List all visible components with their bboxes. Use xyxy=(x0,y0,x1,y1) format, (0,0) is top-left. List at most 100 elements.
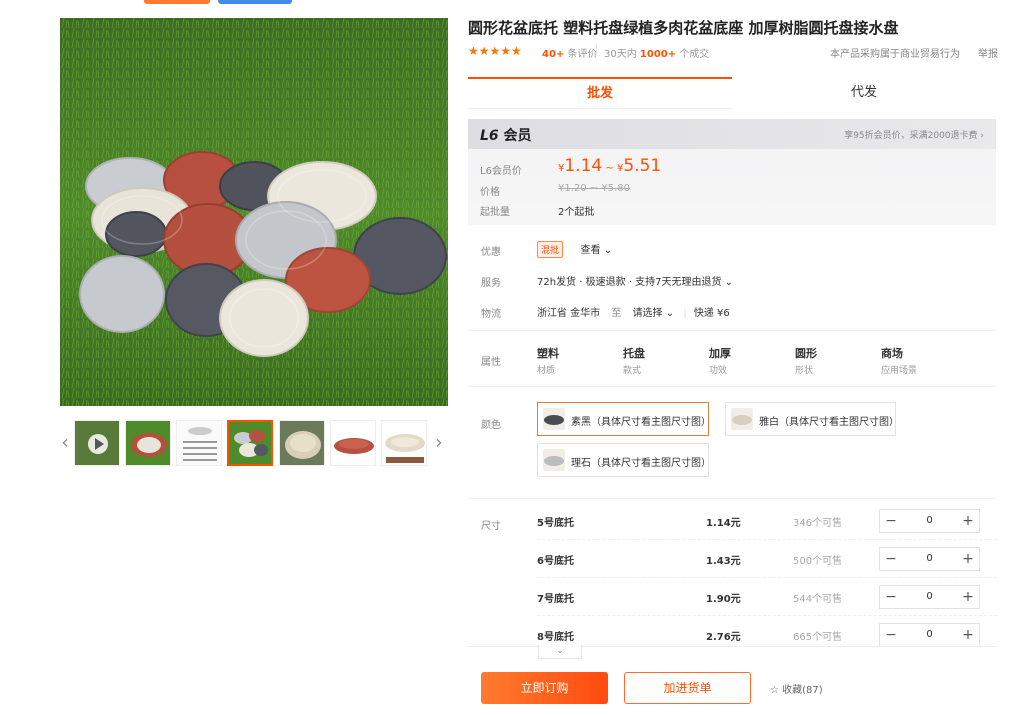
top-tab-stub-orange[interactable] xyxy=(144,0,210,4)
top-tab-stub-blue[interactable] xyxy=(218,0,292,4)
color-option-black[interactable]: 素黑（具体尺寸看主图尺寸图） xyxy=(537,402,711,436)
expand-sizes-chevron-icon[interactable]: ⌄ xyxy=(538,645,582,659)
divider xyxy=(468,498,996,499)
thumb-prev-arrow[interactable]: ‹ xyxy=(58,428,72,458)
main-product-image xyxy=(60,18,448,406)
quantity-input[interactable]: 0 xyxy=(902,510,957,532)
sold-count: 30天内 1000+ 个成交 xyxy=(604,49,710,60)
attribute-style: 托盘 款式 xyxy=(623,347,645,376)
quantity-stepper: − 0 + xyxy=(879,585,980,609)
tab-dropship[interactable]: 代发 xyxy=(732,77,996,109)
price-box: L6 会员 享95折会员价，采满2000退卡费 › L6会员价 ¥1.14 ~ … xyxy=(468,119,996,225)
sku-price: 1.43元 xyxy=(706,556,741,567)
attributes-label: 属性 xyxy=(481,357,501,368)
service-text[interactable]: 72h发货 · 极速退款 · 支持7天无理由退货 ⌄ xyxy=(537,273,733,288)
divider xyxy=(468,386,996,387)
price-label: 价格 xyxy=(480,187,500,198)
thumbnail-6[interactable] xyxy=(330,420,376,466)
moq-value: 2个起批 xyxy=(558,207,595,218)
thumbnail-video[interactable] xyxy=(74,420,120,466)
report-link[interactable]: 举报 xyxy=(978,45,998,60)
sku-stock: 544个可售 xyxy=(793,594,843,605)
decrease-button[interactable]: − xyxy=(880,624,902,646)
order-now-button[interactable]: 立即订购 xyxy=(481,672,608,704)
sku-stock: 346个可售 xyxy=(793,518,843,529)
sku-row-8: 8号底托 2.76元 665个可售 − 0 + xyxy=(537,616,997,647)
attribute-material: 塑料 材质 xyxy=(537,347,559,376)
logistics-row: 浙江省 金华市 至 请选择 ⌄ | 快递 ¥6 xyxy=(537,304,730,319)
add-to-cart-button[interactable]: 加进货单 xyxy=(624,672,751,704)
service-label: 服务 xyxy=(481,278,501,289)
trade-note: 本产品采购属于商业贸易行为 xyxy=(830,49,960,60)
sku-name: 8号底托 xyxy=(537,632,574,643)
member-level-header: L6 会员 享95折会员价，采满2000退卡费 › xyxy=(468,119,996,149)
member-price-label: L6会员价 xyxy=(480,166,522,177)
quantity-input[interactable]: 0 xyxy=(902,624,957,646)
promo-label: 优惠 xyxy=(481,247,501,258)
thumbnail-5[interactable] xyxy=(279,420,325,466)
color-option-white[interactable]: 雅白（具体尺寸看主图尺寸图） xyxy=(725,402,899,436)
divider xyxy=(468,330,996,331)
thumbnail-3-size-chart[interactable] xyxy=(176,420,222,466)
ship-from: 浙江省 金华市 xyxy=(537,308,601,319)
original-price: ¥1.20 ~ ¥5.80 xyxy=(558,183,630,194)
sku-row-5: 5号底托 1.14元 346个可售 − 0 + xyxy=(537,502,997,540)
decrease-button[interactable]: − xyxy=(880,586,902,608)
member-discount-note[interactable]: 享95折会员价，采满2000退卡费 › xyxy=(844,128,984,141)
sku-row-7: 7号底托 1.90元 544个可售 − 0 + xyxy=(537,578,997,616)
sku-stock: 500个可售 xyxy=(793,556,843,567)
review-count[interactable]: 40+ 条评价 xyxy=(542,45,597,60)
sku-price: 2.76元 xyxy=(706,632,741,643)
product-meta: ★★★★★ 40+ 条评价 | 30天内 1000+ 个成交 本产品采购属于商业… xyxy=(468,44,998,60)
ship-to-word: 至 xyxy=(611,308,622,319)
increase-button[interactable]: + xyxy=(957,586,979,608)
quantity-stepper: − 0 + xyxy=(879,547,980,571)
promo-row: 混批 查看 ⌄ xyxy=(537,241,612,258)
size-label: 尺寸 xyxy=(481,521,501,532)
favorite-button[interactable]: ☆ 收藏(87) xyxy=(770,681,823,696)
color-swatch-white xyxy=(731,408,753,430)
shipping-fee: 快递 ¥6 xyxy=(693,308,730,319)
member-price: ¥1.14 ~ ¥5.51 xyxy=(558,156,662,176)
attribute-shape: 圆形 形状 xyxy=(795,347,817,376)
mix-batch-tag: 混批 xyxy=(537,241,564,258)
purchase-tabs: 批发 代发 xyxy=(468,77,996,109)
moq-label: 起批量 xyxy=(480,207,510,218)
sku-name: 7号底托 xyxy=(537,594,574,605)
increase-button[interactable]: + xyxy=(957,548,979,570)
quantity-input[interactable]: 0 xyxy=(902,586,957,608)
color-swatch-black xyxy=(543,408,565,430)
rating-stars: ★★★★★ xyxy=(468,44,522,58)
meta-separator: | xyxy=(595,44,599,55)
sku-name: 6号底托 xyxy=(537,556,574,567)
increase-button[interactable]: + xyxy=(957,624,979,646)
increase-button[interactable]: + xyxy=(957,510,979,532)
thumbnail-strip: ‹ › xyxy=(60,418,448,468)
member-level: L6 会员 xyxy=(480,128,532,144)
sku-row-6: 6号底托 1.43元 500个可售 − 0 + xyxy=(537,540,997,578)
logistics-label: 物流 xyxy=(481,309,501,320)
sku-price: 1.14元 xyxy=(706,518,741,529)
decrease-button[interactable]: − xyxy=(880,510,902,532)
quantity-input[interactable]: 0 xyxy=(902,548,957,570)
color-option-marble[interactable]: 理石（具体尺寸看主图尺寸图） xyxy=(537,443,711,477)
decrease-button[interactable]: − xyxy=(880,548,902,570)
color-swatch-marble xyxy=(543,449,565,471)
quantity-stepper: − 0 + xyxy=(879,623,980,647)
thumbnail-7[interactable] xyxy=(381,420,427,466)
quantity-stepper: − 0 + xyxy=(879,509,980,533)
logistics-separator: | xyxy=(683,308,687,319)
attribute-scene: 商场 应用场景 xyxy=(881,347,918,376)
thumbnail-2[interactable] xyxy=(125,420,171,466)
sku-name: 5号底托 xyxy=(537,518,574,529)
product-title: 圆形花盆底托 塑料托盘绿植多肉花盆底座 加厚树脂圆托盘接水盘 xyxy=(468,19,899,37)
tab-wholesale[interactable]: 批发 xyxy=(468,77,732,109)
color-label: 颜色 xyxy=(481,420,501,431)
thumb-next-arrow[interactable]: › xyxy=(432,428,446,458)
sku-stock: 665个可售 xyxy=(793,632,843,643)
promo-view-link[interactable]: 查看 ⌄ xyxy=(581,245,613,256)
ship-to-select[interactable]: 请选择 ⌄ xyxy=(633,308,675,319)
attribute-function: 加厚 功效 xyxy=(709,347,731,376)
thumbnail-4-active[interactable] xyxy=(227,420,273,466)
sku-price: 1.90元 xyxy=(706,594,741,605)
